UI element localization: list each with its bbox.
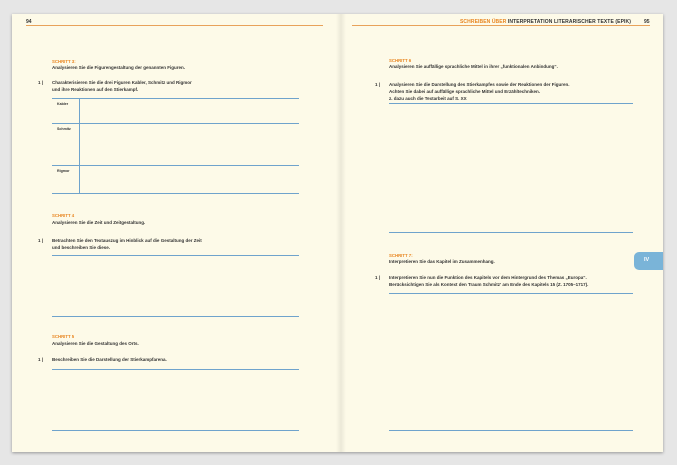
answer-box-step-4[interactable]	[52, 255, 299, 317]
right-header-rule	[352, 25, 650, 26]
step-6-heading: SCHRITT 6	[389, 58, 412, 63]
task-number: 1 |	[38, 80, 44, 85]
step-4-instruction: Analysieren Sie die Zeit und Zeitgestalt…	[52, 220, 146, 225]
row-label-kabler: Kabler	[57, 102, 69, 106]
step-3-heading: SCHRITT 3:	[52, 59, 76, 64]
chapter-tab-label: IV	[644, 257, 650, 263]
book-spread: 94 SCHRITT 3: Analysieren Sie die Figure…	[12, 14, 663, 452]
step-7-instruction: Interpretieren Sie das Kapitel im Zusamm…	[389, 259, 495, 264]
page-gutter	[336, 14, 346, 452]
left-header-rule	[26, 25, 323, 26]
row-label-rigmor: Rigmor	[57, 169, 70, 173]
step-6-task: Analysieren Sie die Darstellung des Stie…	[389, 82, 570, 101]
answer-box-step-7[interactable]	[389, 293, 633, 431]
step-4-task: Betrachten Sie den Textauszug im Hinblic…	[52, 238, 202, 250]
task-number: 1 |	[38, 357, 44, 362]
answer-box-step-6[interactable]	[389, 103, 633, 233]
table-row[interactable]: Kabler	[52, 99, 299, 124]
step-5-heading: SCHRITT 5	[52, 334, 75, 339]
step-5-instruction: Analysieren Sie die Gestaltung des Orts.	[52, 341, 139, 346]
character-table: Kabler Schmitz Rigmor	[52, 98, 299, 194]
step-5-task: Beschreiben Sie die Darstellung der Stie…	[52, 357, 167, 362]
step-6-instruction: Analysieren Sie auffällige sprachliche M…	[389, 64, 558, 69]
step-3-task: Charakterisieren Sie die drei Figuren Ka…	[52, 80, 192, 92]
step-4-heading: SCHRITT 4	[52, 213, 75, 218]
task-number: 1 |	[375, 82, 381, 87]
task-number: 1 |	[375, 275, 381, 280]
step-7-task: Interpretieren Sie nun die Funktion des …	[389, 275, 589, 287]
step-7-heading: SCHRITT 7:	[389, 253, 413, 258]
row-label-schmitz: Schmitz	[57, 127, 71, 131]
step-3-instruction: Analysieren Sie die Figurengestaltung de…	[52, 65, 186, 70]
table-row[interactable]: Schmitz	[52, 124, 299, 166]
chapter-tab[interactable]: IV	[634, 252, 663, 270]
table-row[interactable]: Rigmor	[52, 166, 299, 194]
answer-box-step-5[interactable]	[52, 369, 299, 431]
task-number: 1 |	[38, 238, 44, 243]
